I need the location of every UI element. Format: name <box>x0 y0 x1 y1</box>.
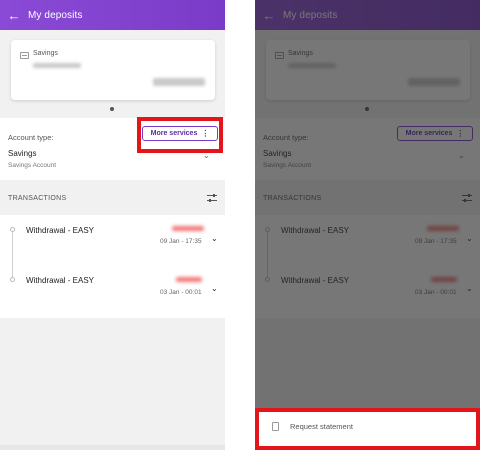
left-screen: ← My deposits Savings Account type: More… <box>0 0 225 450</box>
highlight-box-request-statement <box>255 408 480 450</box>
card-icon <box>20 52 29 59</box>
filter-sliders-icon[interactable] <box>207 194 217 202</box>
transaction-name[interactable]: Withdrawal - EASY <box>26 226 94 235</box>
bottom-bar <box>0 445 225 450</box>
chevron-down-icon[interactable]: ⌄ <box>211 284 218 293</box>
modal-overlay[interactable] <box>255 0 480 450</box>
redacted-account-number <box>33 63 81 68</box>
carousel-indicator[interactable] <box>110 107 114 111</box>
page-title: My deposits <box>28 9 83 21</box>
transactions-title: TRANSACTIONS <box>8 195 67 202</box>
timeline-line <box>12 230 13 282</box>
arrow-left-icon: ← <box>7 7 21 23</box>
deposit-carousel: Savings <box>0 30 225 118</box>
highlight-box-more-services <box>137 117 223 153</box>
redacted-balance <box>153 78 205 86</box>
transaction-date: 03 Jan - 00:01 <box>160 289 202 296</box>
transaction-name[interactable]: Withdrawal - EASY <box>26 276 94 285</box>
timeline-dot <box>10 227 15 232</box>
redacted-amount <box>176 277 202 282</box>
account-type-value[interactable]: Savings <box>8 149 36 158</box>
empty-area <box>0 318 225 445</box>
chevron-down-icon[interactable]: ⌄ <box>211 234 218 243</box>
transactions-list: Withdrawal - EASY 09 Jan - 17:35 ⌄ Withd… <box>0 215 225 318</box>
right-screen: ← My deposits Savings Account type: More… <box>255 0 480 450</box>
transactions-header: TRANSACTIONS <box>0 180 225 215</box>
timeline-dot <box>10 277 15 282</box>
card-label: Savings <box>33 50 58 57</box>
account-type-label: Account type: <box>8 133 54 142</box>
redacted-amount <box>172 226 204 231</box>
app-bar: ← My deposits <box>0 0 225 30</box>
back-button[interactable]: ← <box>0 0 28 30</box>
transaction-date: 09 Jan - 17:35 <box>160 238 202 245</box>
deposit-card[interactable]: Savings <box>11 40 215 100</box>
account-type-subvalue: Savings Account <box>8 162 57 169</box>
